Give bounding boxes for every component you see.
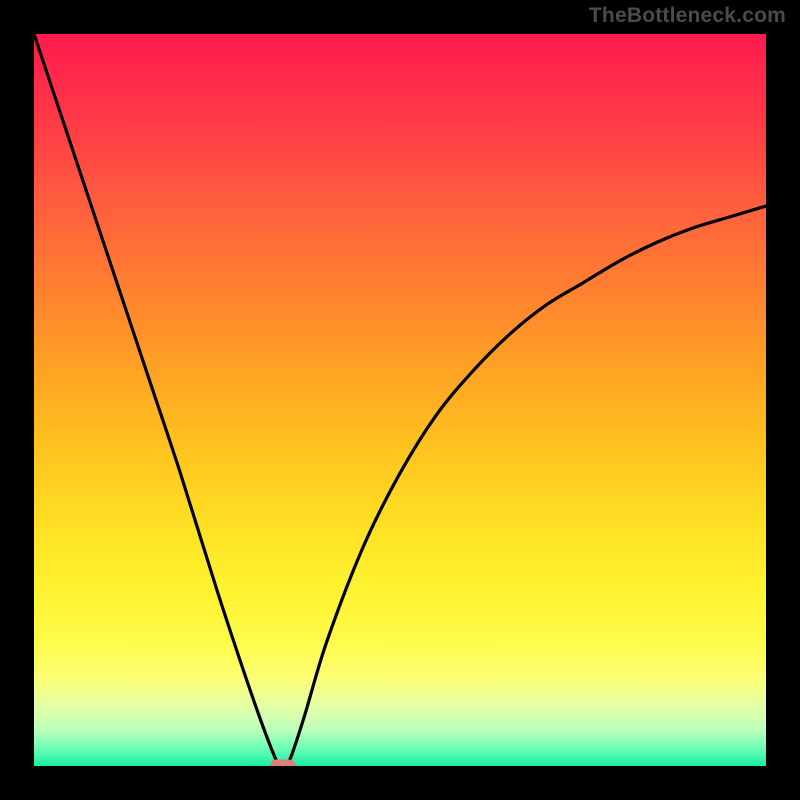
chart-frame: TheBottleneck.com [0,0,800,800]
plot-area [34,34,766,766]
curve-path [34,34,766,766]
watermark-text: TheBottleneck.com [589,4,786,28]
minimum-marker [270,760,296,767]
bottleneck-curve [34,34,766,766]
